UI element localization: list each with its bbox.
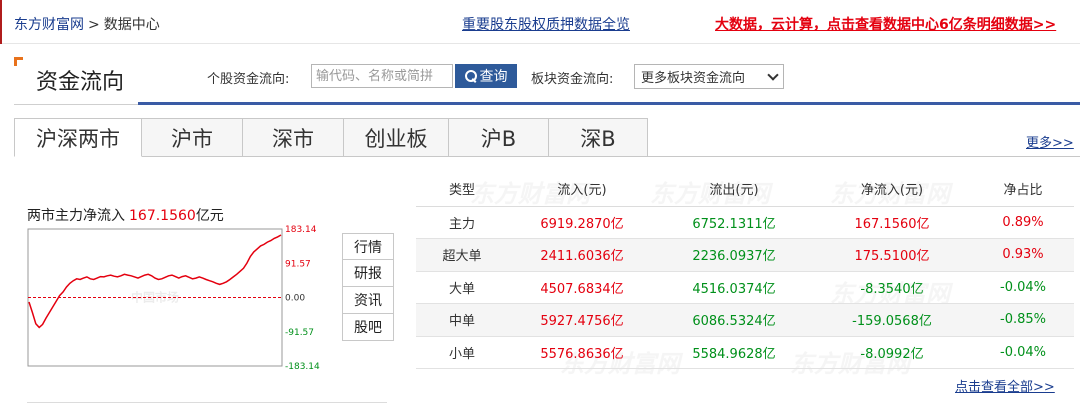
row-type: 超大单 [416, 238, 508, 272]
header-inflow: 流入(元) [508, 172, 656, 207]
row-net-ratio: 0.93% [972, 238, 1074, 272]
title-divider-left [14, 104, 138, 105]
side-button-news[interactable]: 资讯 [342, 287, 394, 314]
table-header-row: 类型 流入(元) 流出(元) 净流入(元) 净占比 [416, 172, 1074, 207]
header-net-ratio: 净占比 [972, 172, 1074, 207]
sector-flow-label: 板块资金流向: [531, 72, 614, 87]
breadcrumb-home-link[interactable]: 东方财富网 [14, 17, 84, 33]
table-row: 小单 5576.8636亿 5584.9628亿 -8.0992亿 -0.04% [416, 336, 1074, 369]
row-inflow: 5576.8636亿 [508, 336, 656, 369]
chart-bottom-divider [27, 402, 387, 403]
search-icon [464, 70, 477, 82]
side-buttons: 行情 研报 资讯 股吧 [342, 233, 394, 341]
row-inflow: 5927.4756亿 [508, 303, 656, 337]
row-inflow: 4507.6834亿 [508, 271, 656, 304]
title-corner-mark [14, 57, 23, 66]
side-button-research[interactable]: 研报 [342, 260, 394, 287]
header-outflow: 流出(元) [656, 172, 812, 207]
chevron-down-icon [767, 68, 779, 81]
query-button[interactable]: 查询 [455, 64, 517, 88]
row-type: 中单 [416, 303, 508, 337]
header-type: 类型 [416, 172, 508, 207]
tab-shenzhen[interactable]: 深市 [243, 118, 344, 157]
row-net-ratio: 0.89% [972, 206, 1074, 239]
y-tick-label: -183.14 [285, 362, 320, 370]
stock-flow-label: 个股资金流向: [207, 72, 290, 87]
row-inflow: 2411.6036亿 [508, 238, 656, 272]
row-net-ratio: -0.04% [972, 336, 1074, 369]
row-net-inflow: -159.0568亿 [812, 303, 972, 337]
page-title: 资金流向 [36, 70, 125, 95]
row-outflow: 2236.0937亿 [656, 238, 812, 272]
top-bar: 东方财富网 > 数据中心 重要股东股权质押数据全览 大数据，云计算，点击查看数据中心… [0, 0, 1080, 44]
tab-shanghai-shenzhen[interactable]: 沪深两市 [14, 118, 142, 157]
tab-shenzhen-b[interactable]: 深B [549, 118, 648, 157]
top-bar-accent [0, 0, 2, 44]
row-net-inflow: 175.5100亿 [812, 238, 972, 272]
sector-flow-select[interactable]: 更多板块资金流向 [634, 64, 784, 89]
breadcrumb: 东方财富网 > 数据中心 [14, 14, 160, 34]
side-button-forum[interactable]: 股吧 [342, 314, 394, 341]
breadcrumb-separator: > [88, 17, 100, 33]
row-type: 小单 [416, 336, 508, 369]
tab-shanghai[interactable]: 沪市 [142, 118, 243, 157]
side-button-quotes[interactable]: 行情 [342, 233, 394, 260]
stock-search-input[interactable] [311, 64, 453, 88]
row-net-ratio: -0.85% [972, 303, 1074, 337]
row-outflow: 6086.5324亿 [656, 303, 812, 337]
row-outflow: 6752.1311亿 [656, 206, 812, 239]
table-row: 主力 6919.2870亿 6752.1311亿 167.1560亿 0.89% [416, 206, 1074, 239]
table-row: 超大单 2411.6036亿 2236.0937亿 175.5100亿 0.93… [416, 238, 1074, 272]
query-button-label: 查询 [479, 69, 508, 85]
row-type: 主力 [416, 206, 508, 239]
y-tick-label: -91.57 [285, 328, 314, 338]
market-tabs: 沪深两市 沪市 深市 创业板 沪B 深B [14, 118, 648, 157]
breadcrumb-current[interactable]: 数据中心 [104, 17, 160, 33]
tabs-baseline [648, 156, 1080, 157]
table-row: 中单 5927.4756亿 6086.5324亿 -159.0568亿 -0.8… [416, 303, 1074, 337]
row-outflow: 4516.0374亿 [656, 271, 812, 304]
tab-shanghai-b[interactable]: 沪B [449, 118, 549, 157]
y-tick-label: 183.14 [285, 225, 317, 235]
main-flow-chart: 中国市场183.1491.570.00-91.57-183.14 [27, 225, 320, 370]
title-divider [138, 102, 1080, 105]
row-outflow: 5584.9628亿 [656, 336, 812, 369]
row-net-ratio: -0.04% [972, 271, 1074, 304]
sector-select-value: 更多板块资金流向 [641, 71, 746, 86]
tab-chinext[interactable]: 创业板 [344, 118, 449, 157]
row-inflow: 6919.2870亿 [508, 206, 656, 239]
more-link[interactable]: 更多>> [1026, 132, 1074, 151]
row-net-inflow: 167.1560亿 [812, 206, 972, 239]
big-data-promo-link[interactable]: 大数据，云计算，点击查看数据中心6亿条明细数据>> [715, 14, 1056, 34]
row-net-inflow: -8.0992亿 [812, 336, 972, 369]
y-tick-label: 0.00 [285, 294, 305, 304]
row-type: 大单 [416, 271, 508, 304]
table-row: 大单 4507.6834亿 4516.0374亿 -8.3540亿 -0.04% [416, 271, 1074, 304]
pledge-data-link[interactable]: 重要股东股权质押数据全览 [462, 14, 630, 34]
header-net-inflow: 净流入(元) [812, 172, 972, 207]
view-all-link[interactable]: 点击查看全部>> [955, 376, 1055, 395]
row-net-inflow: -8.3540亿 [812, 271, 972, 304]
y-tick-label: 91.57 [285, 259, 311, 269]
fund-flow-table: 类型 流入(元) 流出(元) 净流入(元) 净占比 主力 6919.2870亿 … [416, 172, 1074, 369]
